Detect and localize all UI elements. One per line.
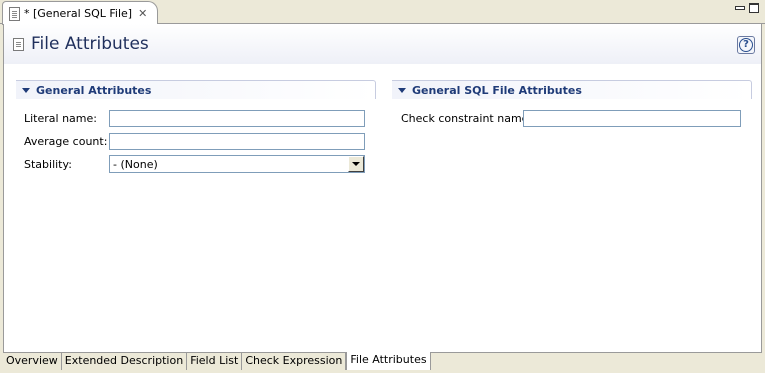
tab-field-list[interactable]: Field List [187,353,243,370]
stability-dropdown-button[interactable] [348,156,364,172]
tab-overview[interactable]: Overview [3,353,62,370]
general-attributes-title: General Attributes [36,83,152,97]
general-attributes-section: General Attributes Literal name: Average… [16,80,376,173]
tab-file-attributes[interactable]: File Attributes [346,352,431,371]
document-icon [9,6,20,21]
general-attributes-header[interactable]: General Attributes [16,80,376,99]
average-count-field[interactable] [109,132,365,150]
general-sql-file-attributes-header[interactable]: General SQL File Attributes [392,80,752,99]
check-constraint-name-field[interactable] [523,109,741,127]
tab-check-expression[interactable]: Check Expression [242,353,347,370]
close-icon[interactable]: ✕ [138,8,147,19]
window-controls [734,3,759,13]
literal-name-field[interactable] [109,109,365,127]
maximize-icon[interactable] [749,3,759,13]
chevron-down-icon [352,162,360,166]
editor-tab-strip: * [General SQL File] ✕ [0,0,765,25]
editor-tab-general-sql-file[interactable]: * [General SQL File] ✕ [2,1,158,25]
literal-name-label: Literal name: [24,111,97,125]
tab-extended-description[interactable]: Extended Description [62,353,188,370]
collapse-triangle-icon[interactable] [398,87,406,93]
check-constraint-row: Check constraint name: [401,109,752,127]
editor-page-tabs: Overview Extended Description Field List… [3,352,762,371]
literal-name-row: Literal name: [24,109,376,127]
average-count-row: Average count: [24,132,376,150]
help-button[interactable]: ? [737,36,755,54]
collapse-triangle-icon[interactable] [22,87,30,93]
stability-row: Stability: - (None) [24,155,376,173]
average-count-label: Average count: [24,134,108,148]
help-icon: ? [739,38,753,52]
document-icon [13,37,24,51]
stability-selected-value: - (None) [113,157,158,171]
stability-label: Stability: [24,157,72,171]
minimize-icon[interactable] [734,3,745,13]
page-title: File Attributes [31,34,149,54]
form-editor: File Attributes ? General Attributes Lit… [3,24,762,352]
general-sql-file-attributes-section: General SQL File Attributes Check constr… [392,80,752,127]
form-header: File Attributes ? [4,24,761,64]
general-sql-file-attributes-title: General SQL File Attributes [412,83,582,97]
check-constraint-label: Check constraint name: [401,111,533,125]
stability-select[interactable]: - (None) [109,155,365,173]
editor-tab-title: * [General SQL File] [24,7,133,20]
